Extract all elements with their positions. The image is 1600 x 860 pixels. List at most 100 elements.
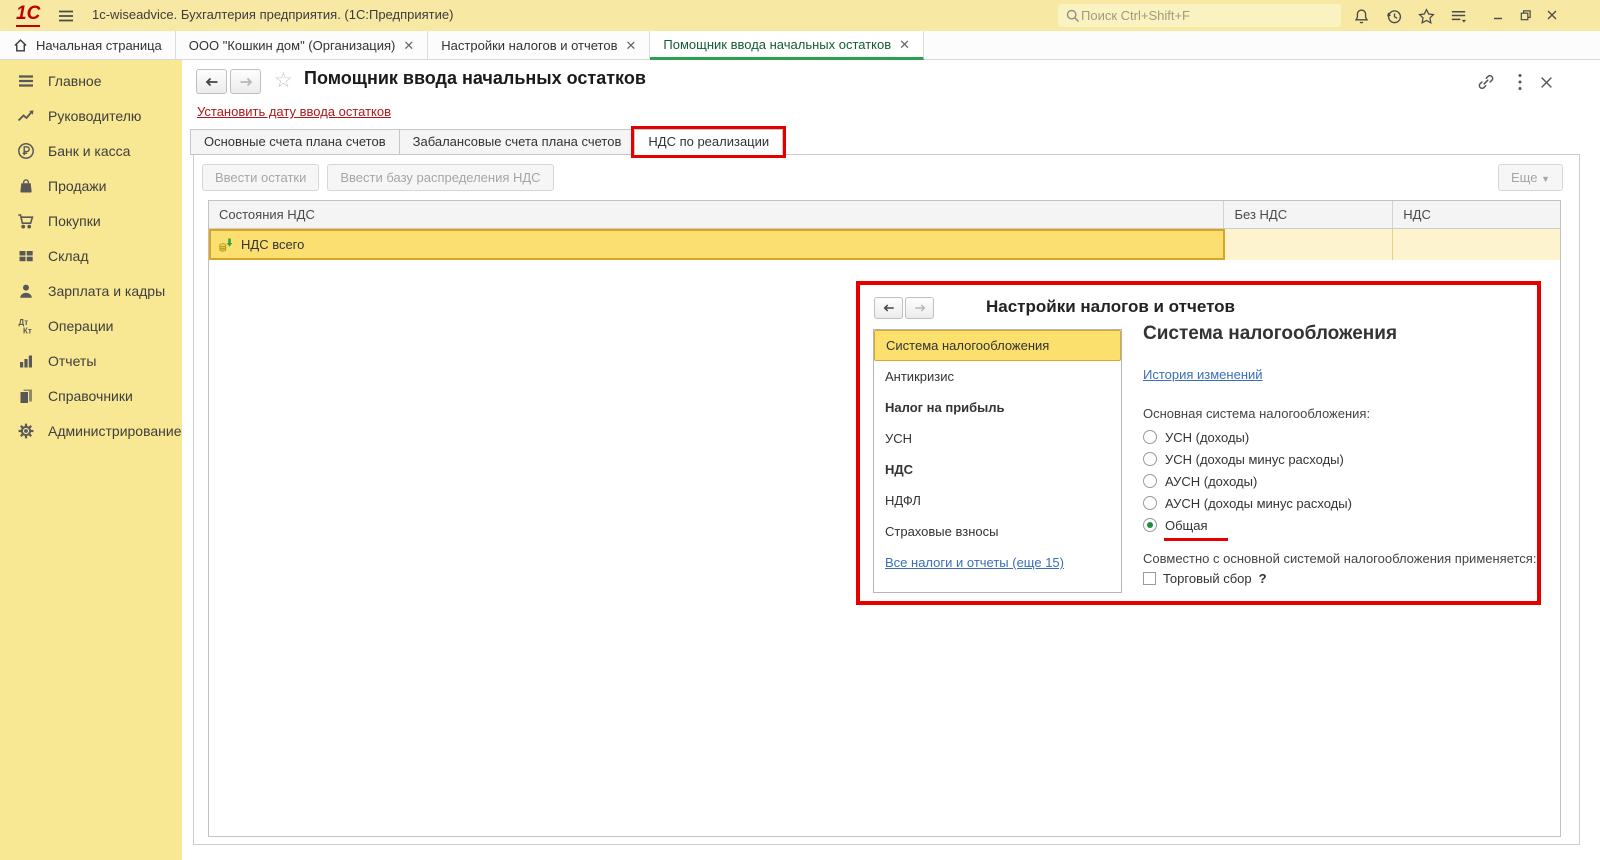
nav-item-usn[interactable]: УСН xyxy=(874,423,1121,454)
menu-lines-icon xyxy=(16,71,36,91)
person-icon xyxy=(16,281,36,301)
radio-icon[interactable] xyxy=(1143,496,1157,510)
nav-item-tax-system[interactable]: Система налогообложения xyxy=(874,330,1121,361)
radio-selected-icon[interactable] xyxy=(1143,518,1157,532)
nav-item-anticrisis[interactable]: Антикризис xyxy=(874,361,1121,392)
functions-menu-icon[interactable] xyxy=(1447,5,1469,27)
dialog-forward-button[interactable] xyxy=(905,297,934,319)
bars-icon xyxy=(16,351,36,371)
tab-main-accounts[interactable]: Основные счета плана счетов xyxy=(190,129,400,155)
window-title: 1c-wiseadvice. Бухгалтерия предприятия. … xyxy=(92,7,454,22)
tab-vat-realization[interactable]: НДС по реализации xyxy=(634,129,784,155)
tab-label: Настройки налогов и отчетов xyxy=(441,38,618,53)
sidebar-item-zarplata[interactable]: Зарплата и кадры xyxy=(0,273,182,308)
radio-usn-income[interactable]: УСН (доходы) xyxy=(1143,427,1249,447)
sidebar-item-glavnoe[interactable]: Главное xyxy=(0,63,182,98)
column-header-vat[interactable]: НДС xyxy=(1393,201,1560,228)
dialog-section-heading: Система налогообложения xyxy=(1143,323,1398,344)
no-vat-cell[interactable] xyxy=(1224,229,1394,260)
vat-total-cell[interactable]: НДС всего xyxy=(209,229,1225,260)
get-link-icon[interactable] xyxy=(1474,71,1498,93)
tab-opening-balances-assistant[interactable]: Помощник ввода начальных остатков ✕ xyxy=(650,31,925,60)
cart-icon xyxy=(16,211,36,231)
dialog-nav-list: Система налогообложения Антикризис Налог… xyxy=(873,329,1122,593)
trade-fee-checkbox-row[interactable]: Торговый сбор ? xyxy=(1143,571,1267,586)
set-balance-date-link[interactable]: Установить дату ввода остатков xyxy=(197,104,391,119)
radio-icon[interactable] xyxy=(1143,452,1157,466)
red-underline-annotation xyxy=(1164,538,1228,541)
back-button[interactable] xyxy=(196,69,227,94)
sidebar: Главное Руководителю Банк и касса Продаж… xyxy=(0,60,182,860)
vat-cell[interactable] xyxy=(1393,229,1560,260)
tab-label: Помощник ввода начальных остатков xyxy=(663,36,892,52)
favorite-star-icon[interactable]: ☆ xyxy=(274,68,293,93)
tab-label: Начальная страница xyxy=(36,38,162,53)
svg-text:Кт: Кт xyxy=(23,326,32,335)
restore-icon[interactable] xyxy=(1513,3,1537,27)
sidebar-item-otchety[interactable]: Отчеты xyxy=(0,343,182,378)
table-header: Состояния НДС Без НДС НДС xyxy=(209,201,1560,229)
favorites-star-icon[interactable] xyxy=(1415,5,1437,27)
nav-item-insurance[interactable]: Страховые взносы xyxy=(874,516,1121,547)
column-header-no-vat[interactable]: Без НДС xyxy=(1224,201,1394,228)
column-header-vat-states[interactable]: Состояния НДС xyxy=(209,201,1225,228)
search-icon xyxy=(1065,8,1081,24)
radio-icon[interactable] xyxy=(1143,474,1157,488)
page-title: Помощник ввода начальных остатков xyxy=(304,68,646,88)
enter-vat-base-button[interactable]: Ввести базу распределения НДС xyxy=(327,164,554,191)
history-changes-link[interactable]: История изменений xyxy=(1143,367,1263,382)
sidebar-item-spravochniki[interactable]: Справочники xyxy=(0,378,182,413)
1c-logo: 1С xyxy=(16,3,41,27)
bag-icon xyxy=(16,176,36,196)
search-input[interactable] xyxy=(1081,8,1334,23)
sidebar-item-pokupki[interactable]: Покупки xyxy=(0,203,182,238)
main-menu-icon[interactable] xyxy=(56,6,76,26)
app-titlebar: 1С 1c-wiseadvice. Бухгалтерия предприяти… xyxy=(0,0,1600,31)
tab-close-icon[interactable]: ✕ xyxy=(626,39,637,52)
chevron-down-icon: ▼ xyxy=(1541,174,1550,184)
sidebar-item-operacii[interactable]: Дт Кт Операции xyxy=(0,308,182,343)
dialog-title: Настройки налогов и отчетов xyxy=(986,297,1236,316)
history-icon[interactable] xyxy=(1383,5,1405,27)
sidebar-item-rukovoditelyu[interactable]: Руководителю xyxy=(0,98,182,133)
radio-usn-income-expense[interactable]: УСН (доходы минус расходы) xyxy=(1143,449,1344,469)
enter-balances-button[interactable]: Ввести остатки xyxy=(202,164,320,191)
more-button[interactable]: Еще ▼ xyxy=(1498,164,1563,191)
sidebar-item-sklad[interactable]: Склад xyxy=(0,238,182,273)
tab-close-icon[interactable]: ✕ xyxy=(899,38,910,51)
history-nav-group xyxy=(196,69,261,94)
close-form-icon[interactable] xyxy=(1534,71,1558,93)
tax-settings-dialog: Настройки налогов и отчетов Система нало… xyxy=(856,281,1541,605)
radio-ausn-income-expense[interactable]: АУСН (доходы минус расходы) xyxy=(1143,493,1352,513)
nav-item-vat[interactable]: НДС xyxy=(874,454,1121,485)
sidebar-item-administrirovanie[interactable]: Администрирование xyxy=(0,413,182,448)
dialog-back-button[interactable] xyxy=(874,297,903,319)
radio-icon[interactable] xyxy=(1143,430,1157,444)
help-icon[interactable]: ? xyxy=(1259,571,1267,586)
bell-icon[interactable] xyxy=(1350,5,1372,27)
tab-tax-settings[interactable]: Настройки налогов и отчетов ✕ xyxy=(428,31,651,60)
tab-close-icon[interactable]: ✕ xyxy=(403,39,414,52)
sidebar-item-prodazhi[interactable]: Продажи xyxy=(0,168,182,203)
forward-button[interactable] xyxy=(230,69,261,94)
global-search[interactable] xyxy=(1058,4,1341,27)
nav-item-profit-tax[interactable]: Налог на прибыль xyxy=(874,392,1121,423)
minimize-icon[interactable] xyxy=(1486,3,1510,27)
tab-offbalance-accounts[interactable]: Забалансовые счета плана счетов xyxy=(398,129,636,155)
sidebar-item-bank-kassa[interactable]: Банк и касса xyxy=(0,133,182,168)
radio-general-system[interactable]: Общая xyxy=(1143,515,1208,535)
books-icon xyxy=(16,386,36,406)
nav-all-taxes-link[interactable]: Все налоги и отчеты (еще 15) xyxy=(874,547,1121,578)
tab-home[interactable]: Начальная страница xyxy=(0,31,176,60)
trend-icon xyxy=(16,106,36,126)
tab-organization[interactable]: ООО "Кошкин дом" (Организация) ✕ xyxy=(176,31,429,60)
more-menu-icon[interactable] xyxy=(1508,71,1532,93)
radio-ausn-income[interactable]: АУСН (доходы) xyxy=(1143,471,1257,491)
page-tabs: Основные счета плана счетов Забалансовые… xyxy=(190,129,784,155)
gear-icon xyxy=(16,421,36,441)
main-tax-system-label: Основная система налогообложения: xyxy=(1143,406,1371,421)
checkbox-icon[interactable] xyxy=(1143,572,1156,585)
nav-item-ndfl[interactable]: НДФЛ xyxy=(874,485,1121,516)
dialog-history-nav xyxy=(874,297,934,319)
close-icon[interactable] xyxy=(1540,3,1564,27)
